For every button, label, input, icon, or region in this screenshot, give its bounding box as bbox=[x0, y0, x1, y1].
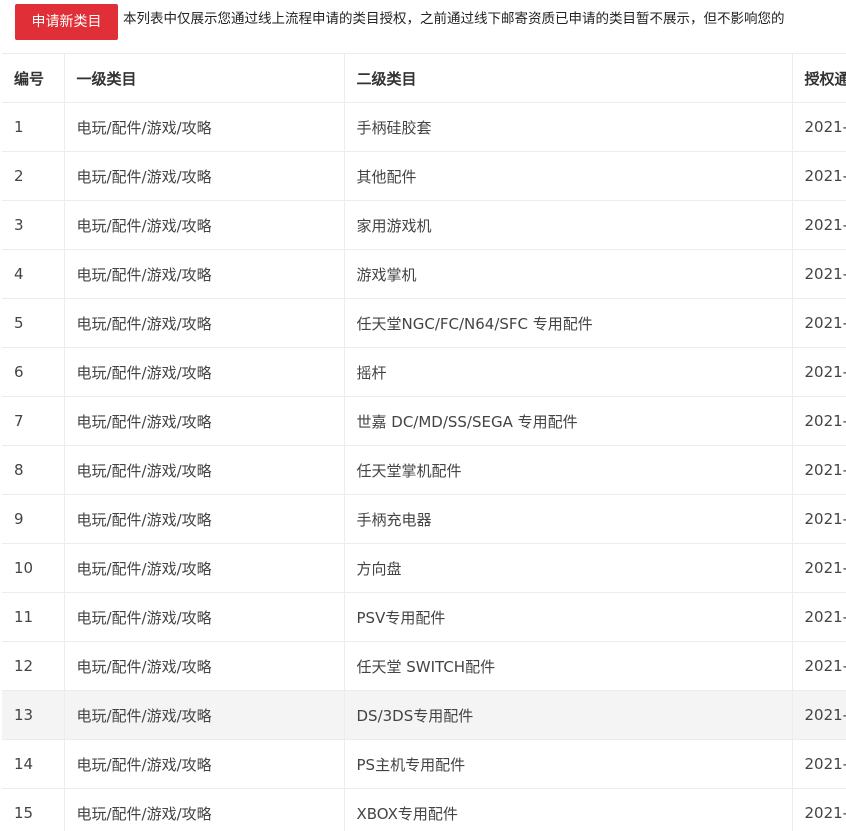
cell-auth-date: 2021- bbox=[792, 690, 846, 740]
cell-number: 9 bbox=[2, 494, 65, 544]
cell-auth-date: 2021- bbox=[792, 249, 846, 299]
table-row[interactable]: 7 电玩/配件/游戏/攻略 世嘉 DC/MD/SS/SEGA 专用配件 2021- bbox=[2, 396, 846, 446]
cell-level1-category: 电玩/配件/游戏/攻略 bbox=[64, 249, 345, 299]
cell-number: 6 bbox=[2, 347, 65, 397]
cell-number: 5 bbox=[2, 298, 65, 348]
cell-level1-category: 电玩/配件/游戏/攻略 bbox=[64, 151, 345, 201]
cell-auth-date: 2021- bbox=[792, 298, 846, 348]
cell-number: 13 bbox=[2, 690, 65, 740]
cell-auth-date: 2021- bbox=[792, 102, 846, 152]
table-row[interactable]: 11 电玩/配件/游戏/攻略 PSV专用配件 2021- bbox=[2, 592, 846, 642]
table-row[interactable]: 1 电玩/配件/游戏/攻略 手柄硅胶套 2021- bbox=[2, 102, 846, 152]
cell-level2-category: 游戏掌机 bbox=[344, 249, 793, 299]
cell-number: 12 bbox=[2, 641, 65, 691]
cell-number: 15 bbox=[2, 788, 65, 831]
table-row[interactable]: 3 电玩/配件/游戏/攻略 家用游戏机 2021- bbox=[2, 200, 846, 250]
cell-level2-category: XBOX专用配件 bbox=[344, 788, 793, 831]
cell-level1-category: 电玩/配件/游戏/攻略 bbox=[64, 739, 345, 789]
cell-level2-category: 任天堂NGC/FC/N64/SFC 专用配件 bbox=[344, 298, 793, 348]
cell-level2-category: 任天堂 SWITCH配件 bbox=[344, 641, 793, 691]
cell-auth-date: 2021- bbox=[792, 788, 846, 831]
cell-level2-category: 方向盘 bbox=[344, 543, 793, 593]
toolbar: 申请新类目 本列表中仅展示您通过线上流程申请的类目授权，之前通过线下邮寄资质已申… bbox=[0, 0, 846, 52]
cell-level2-category: 世嘉 DC/MD/SS/SEGA 专用配件 bbox=[344, 396, 793, 446]
cell-level2-category: PS主机专用配件 bbox=[344, 739, 793, 789]
cell-level1-category: 电玩/配件/游戏/攻略 bbox=[64, 298, 345, 348]
cell-level2-category: 手柄硅胶套 bbox=[344, 102, 793, 152]
cell-level1-category: 电玩/配件/游戏/攻略 bbox=[64, 494, 345, 544]
cell-auth-date: 2021- bbox=[792, 445, 846, 495]
cell-number: 11 bbox=[2, 592, 65, 642]
cell-level2-category: PSV专用配件 bbox=[344, 592, 793, 642]
header-auth-date: 授权通 bbox=[792, 53, 846, 103]
cell-level1-category: 电玩/配件/游戏/攻略 bbox=[64, 445, 345, 495]
cell-number: 1 bbox=[2, 102, 65, 152]
cell-level1-category: 电玩/配件/游戏/攻略 bbox=[64, 396, 345, 446]
cell-level1-category: 电玩/配件/游戏/攻略 bbox=[64, 102, 345, 152]
cell-auth-date: 2021- bbox=[792, 347, 846, 397]
cell-level1-category: 电玩/配件/游戏/攻略 bbox=[64, 592, 345, 642]
cell-level1-category: 电玩/配件/游戏/攻略 bbox=[64, 788, 345, 831]
cell-auth-date: 2021- bbox=[792, 396, 846, 446]
header-number: 编号 bbox=[2, 53, 65, 103]
cell-number: 4 bbox=[2, 249, 65, 299]
cell-auth-date: 2021- bbox=[792, 494, 846, 544]
cell-level1-category: 电玩/配件/游戏/攻略 bbox=[64, 347, 345, 397]
table-row[interactable]: 6 电玩/配件/游戏/攻略 摇杆 2021- bbox=[2, 347, 846, 397]
table-row[interactable]: 4 电玩/配件/游戏/攻略 游戏掌机 2021- bbox=[2, 249, 846, 299]
table-row[interactable]: 13 电玩/配件/游戏/攻略 DS/3DS专用配件 2021- bbox=[2, 690, 846, 740]
cell-auth-date: 2021- bbox=[792, 151, 846, 201]
cell-number: 2 bbox=[2, 151, 65, 201]
cell-auth-date: 2021- bbox=[792, 200, 846, 250]
notice-text: 本列表中仅展示您通过线上流程申请的类目授权，之前通过线下邮寄资质已申请的类目暂不… bbox=[123, 11, 785, 27]
header-level1-category: 一级类目 bbox=[64, 53, 345, 103]
apply-new-category-button[interactable]: 申请新类目 bbox=[15, 4, 118, 40]
cell-auth-date: 2021- bbox=[792, 592, 846, 642]
cell-level1-category: 电玩/配件/游戏/攻略 bbox=[64, 543, 345, 593]
table-row[interactable]: 15 电玩/配件/游戏/攻略 XBOX专用配件 2021- bbox=[2, 788, 846, 831]
table-row[interactable]: 8 电玩/配件/游戏/攻略 任天堂掌机配件 2021- bbox=[2, 445, 846, 495]
cell-level1-category: 电玩/配件/游戏/攻略 bbox=[64, 641, 345, 691]
cell-level2-category: DS/3DS专用配件 bbox=[344, 690, 793, 740]
cell-level2-category: 任天堂掌机配件 bbox=[344, 445, 793, 495]
cell-number: 8 bbox=[2, 445, 65, 495]
table-body: 1 电玩/配件/游戏/攻略 手柄硅胶套 2021- 2 电玩/配件/游戏/攻略 其他配件 20… bbox=[2, 102, 846, 831]
table-row[interactable]: 10 电玩/配件/游戏/攻略 方向盘 2021- bbox=[2, 543, 846, 593]
cell-auth-date: 2021- bbox=[792, 543, 846, 593]
category-table-container[interactable]: 编号 一级类目 二级类目 授权通 1 电玩/配件/游戏/攻略 手柄硅胶套 2021- 2… bbox=[2, 53, 846, 831]
cell-number: 14 bbox=[2, 739, 65, 789]
cell-level2-category: 摇杆 bbox=[344, 347, 793, 397]
cell-auth-date: 2021- bbox=[792, 641, 846, 691]
cell-level2-category: 其他配件 bbox=[344, 151, 793, 201]
table-header-row: 编号 一级类目 二级类目 授权通 bbox=[2, 53, 846, 103]
cell-number: 10 bbox=[2, 543, 65, 593]
cell-level2-category: 手柄充电器 bbox=[344, 494, 793, 544]
header-level2-category: 二级类目 bbox=[344, 53, 793, 103]
category-table: 编号 一级类目 二级类目 授权通 1 电玩/配件/游戏/攻略 手柄硅胶套 2021- 2… bbox=[2, 53, 846, 831]
cell-auth-date: 2021- bbox=[792, 739, 846, 789]
cell-number: 7 bbox=[2, 396, 65, 446]
table-row[interactable]: 2 电玩/配件/游戏/攻略 其他配件 2021- bbox=[2, 151, 846, 201]
cell-level1-category: 电玩/配件/游戏/攻略 bbox=[64, 690, 345, 740]
table-row[interactable]: 9 电玩/配件/游戏/攻略 手柄充电器 2021- bbox=[2, 494, 846, 544]
table-row[interactable]: 14 电玩/配件/游戏/攻略 PS主机专用配件 2021- bbox=[2, 739, 846, 789]
cell-number: 3 bbox=[2, 200, 65, 250]
table-row[interactable]: 5 电玩/配件/游戏/攻略 任天堂NGC/FC/N64/SFC 专用配件 2021- bbox=[2, 298, 846, 348]
table-row[interactable]: 12 电玩/配件/游戏/攻略 任天堂 SWITCH配件 2021- bbox=[2, 641, 846, 691]
cell-level1-category: 电玩/配件/游戏/攻略 bbox=[64, 200, 345, 250]
cell-level2-category: 家用游戏机 bbox=[344, 200, 793, 250]
